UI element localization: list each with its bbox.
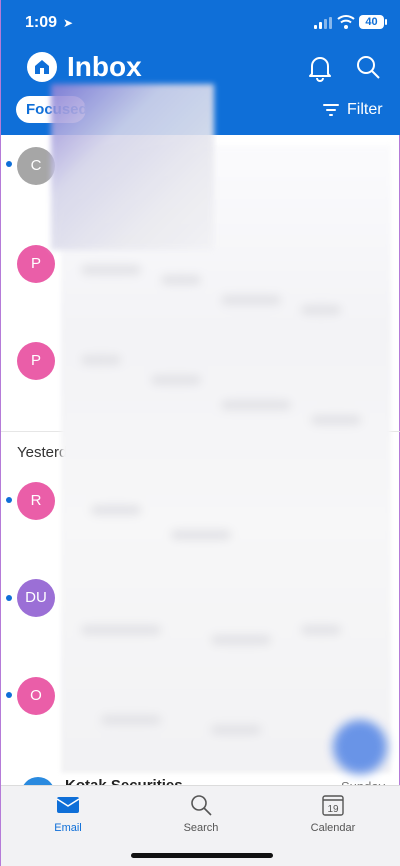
avatar[interactable]: P — [17, 342, 55, 380]
filter-icon — [323, 104, 339, 116]
tab-email[interactable]: Email — [23, 794, 113, 834]
avatar[interactable]: C — [17, 147, 55, 185]
location-arrow-icon: ➤ — [63, 16, 74, 30]
tab-label: Calendar — [310, 822, 356, 834]
avatar[interactable]: DU — [17, 579, 55, 617]
wifi-icon — [337, 15, 355, 29]
filter-button[interactable]: Filter — [323, 99, 383, 121]
search-icon — [191, 795, 212, 816]
blurred-sender-overlay — [51, 84, 214, 250]
calendar-day: 19 — [327, 804, 339, 815]
home-indicator — [131, 853, 273, 858]
tab-label: Search — [183, 822, 219, 834]
avatar[interactable]: O — [17, 677, 55, 715]
status-time: 1:09 — [25, 14, 58, 31]
tab-search[interactable]: Search — [156, 794, 246, 834]
email-icon — [56, 797, 80, 813]
tab-calendar[interactable]: 19 Calendar — [288, 794, 378, 834]
calendar-icon: 19 — [322, 795, 344, 816]
bell-icon[interactable] — [307, 54, 333, 82]
unread-indicator — [6, 161, 12, 167]
unread-indicator — [6, 595, 12, 601]
filter-label: Filter — [347, 101, 383, 118]
tab-label: Email — [54, 822, 82, 834]
cellular-signal-icon — [314, 17, 332, 29]
avatar[interactable]: P — [17, 245, 55, 283]
unread-indicator — [6, 497, 12, 503]
page-title: Inbox — [67, 51, 142, 82]
account-home-icon[interactable] — [27, 52, 57, 82]
compose-button[interactable] — [333, 720, 387, 774]
search-icon[interactable] — [355, 54, 381, 80]
status-bar: 1:09 ➤ 40 — [1, 0, 400, 46]
avatar[interactable]: R — [17, 482, 55, 520]
unread-indicator — [6, 692, 12, 698]
battery-icon: 40 — [359, 15, 387, 29]
